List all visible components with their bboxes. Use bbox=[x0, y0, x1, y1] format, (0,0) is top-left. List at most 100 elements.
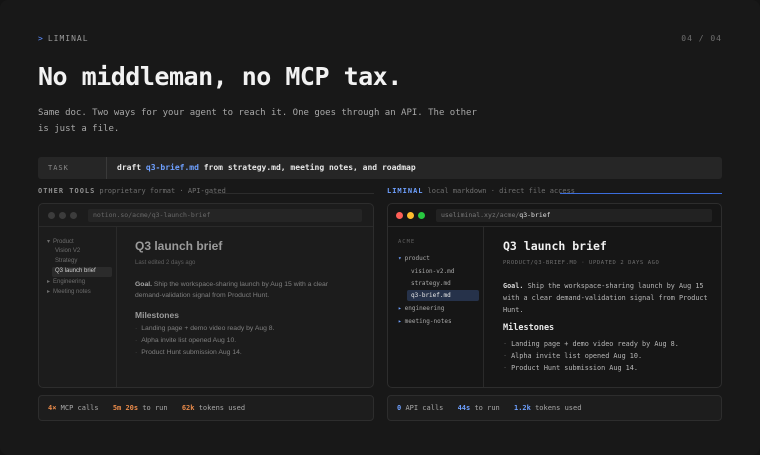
right-label-rule bbox=[560, 193, 722, 194]
doc-title: Q3 launch brief bbox=[503, 239, 607, 253]
stat-label: MCP calls bbox=[60, 404, 99, 412]
window-titlebar: useliminal.xyz/acme/q3-brief bbox=[388, 204, 721, 227]
other-tools-window: notion.so/acme/q3-launch-brief ▾ Product … bbox=[38, 203, 374, 388]
url-prefix: useliminal.xyz/acme/ bbox=[441, 211, 520, 219]
doc-goal: Goal. Ship the workspace-sharing launch … bbox=[503, 280, 713, 316]
sidebar-item-meeting-notes[interactable]: ▸ Meeting notes bbox=[47, 288, 91, 295]
stat-value: 44s bbox=[457, 404, 471, 412]
task-divider bbox=[106, 157, 107, 179]
sidebar-item-label: vision-v2.md bbox=[411, 268, 455, 275]
stat-label: to run bbox=[474, 404, 500, 412]
sidebar-item-label: Meeting notes bbox=[53, 289, 91, 295]
bullet-icon: · bbox=[135, 337, 138, 344]
url-file: q3-brief bbox=[519, 211, 551, 219]
list-item-text: Alpha invite list opened Aug 10. bbox=[141, 337, 237, 344]
stat-value: 5m 20s bbox=[112, 404, 139, 412]
list-item: · Product Hunt submission Aug 14. bbox=[503, 364, 638, 372]
window-dot-icon bbox=[59, 212, 66, 219]
task-bar: TASK draft q3-brief.md from strategy.md,… bbox=[38, 157, 722, 179]
chevron-down-icon: ▾ bbox=[47, 239, 51, 245]
stat-value: 4× bbox=[48, 404, 57, 412]
sidebar-item-q3-brief[interactable]: q3-brief.md bbox=[407, 290, 479, 301]
brand-logo: > LIMINAL bbox=[38, 34, 89, 43]
bullet-icon: · bbox=[503, 364, 508, 372]
sidebar-item-engineering[interactable]: ▸ Engineering bbox=[47, 278, 85, 285]
sidebar-item-q3-brief[interactable]: Q3 launch brief bbox=[52, 267, 112, 277]
bullet-icon: · bbox=[135, 325, 138, 332]
sidebar-item-vision[interactable]: vision-v2.md bbox=[411, 268, 454, 275]
top-bar: > LIMINAL 04 / 04 bbox=[38, 34, 722, 46]
list-item-text: Alpha invite list opened Aug 10. bbox=[511, 352, 643, 360]
address-bar[interactable]: notion.so/acme/q3-launch-brief bbox=[88, 209, 362, 222]
stat-label: tokens used bbox=[198, 404, 246, 412]
sidebar: ▾ Product Vision V2 Strategy Q3 launch br… bbox=[39, 227, 117, 387]
list-item: · Product Hunt submission Aug 14. bbox=[135, 349, 242, 356]
task-suffix: from strategy.md, meeting notes, and roa… bbox=[203, 163, 416, 172]
sidebar-item-label: Strategy bbox=[55, 258, 78, 264]
doc-goal: Goal. Ship the workspace-sharing launch … bbox=[135, 279, 345, 301]
minimize-dot-icon[interactable] bbox=[407, 212, 414, 219]
sidebar-item-strategy[interactable]: Strategy bbox=[55, 258, 77, 264]
page-subtitle: Same doc. Two ways for your agent to rea… bbox=[38, 108, 477, 134]
brand-name: LIMINAL bbox=[47, 34, 89, 43]
doc-meta: PRODUCT/Q3-BRIEF.MD · UPDATED 2 DAYS AGO bbox=[503, 260, 660, 266]
sidebar-item-label: Product bbox=[53, 239, 74, 245]
window-dot-icon bbox=[48, 212, 55, 219]
sidebar-item-label: Engineering bbox=[53, 279, 86, 285]
chevron-right-icon: ▸ bbox=[398, 318, 402, 325]
window-titlebar: notion.so/acme/q3-launch-brief bbox=[39, 204, 373, 227]
other-tools-stats: 4× MCP calls 5m 20s to run 62k tokens us… bbox=[38, 395, 374, 421]
task-text: draft q3-brief.md from strategy.md, meet… bbox=[117, 157, 416, 179]
stat-label: API calls bbox=[405, 404, 444, 412]
close-dot-icon[interactable] bbox=[396, 212, 403, 219]
list-item: · Alpha invite list opened Aug 10. bbox=[503, 352, 642, 360]
address-bar[interactable]: useliminal.xyz/acme/q3-brief bbox=[436, 209, 712, 222]
list-item-text: Landing page + demo video ready by Aug 8… bbox=[511, 340, 679, 348]
sidebar-item-label: strategy.md bbox=[411, 280, 451, 287]
page-title: No middleman, no MCP tax. bbox=[38, 62, 402, 91]
sidebar-item-product[interactable]: ▾ product bbox=[398, 255, 430, 262]
list-item-text: Product Hunt submission Aug 14. bbox=[511, 364, 638, 372]
window-dot-icon bbox=[70, 212, 77, 219]
list-item-text: Landing page + demo video ready by Aug 8… bbox=[141, 325, 275, 332]
doc-heading: Milestones bbox=[135, 310, 179, 320]
chevron-right-icon: ▸ bbox=[47, 279, 51, 285]
prompt-arrow-icon: > bbox=[38, 34, 44, 43]
right-label-title: LIMINAL bbox=[387, 187, 424, 195]
task-prefix: draft bbox=[117, 163, 142, 172]
list-item: · Landing page + demo video ready by Aug … bbox=[503, 340, 679, 348]
left-label-title: OTHER TOOLS bbox=[38, 187, 96, 195]
chevron-right-icon: ▸ bbox=[398, 305, 402, 312]
doc-meta: Last edited 2 days ago bbox=[135, 260, 196, 266]
slide-frame: > LIMINAL 04 / 04 No middleman, no MCP ta… bbox=[0, 0, 760, 455]
maximize-dot-icon[interactable] bbox=[418, 212, 425, 219]
sidebar-item-label: Vision V2 bbox=[55, 248, 81, 254]
stat-value: 62k bbox=[181, 404, 195, 412]
doc-heading: Milestones bbox=[503, 323, 555, 333]
workspace-label: ACME bbox=[398, 239, 416, 245]
chevron-right-icon: ▸ bbox=[47, 289, 51, 295]
list-item: · Alpha invite list opened Aug 10. bbox=[135, 337, 236, 344]
list-item: · Landing page + demo video ready by Aug … bbox=[135, 325, 274, 332]
sidebar-item-label: product bbox=[404, 255, 430, 262]
sidebar: ACME ▾ product vision-v2.md strategy.md q… bbox=[388, 227, 484, 387]
sidebar-item-product[interactable]: ▾ Product bbox=[47, 238, 74, 245]
stat-label: tokens used bbox=[535, 404, 582, 412]
goal-label: Goal. bbox=[503, 282, 524, 290]
page-indicator: 04 / 04 bbox=[681, 34, 722, 43]
liminal-stats: 0 API calls 44s to run 1.2k tokens used bbox=[387, 395, 722, 421]
sidebar-item-meeting-notes[interactable]: ▸ meeting-notes bbox=[398, 318, 452, 325]
sidebar-item-engineering[interactable]: ▸ engineering bbox=[398, 305, 444, 312]
task-tag: TASK bbox=[48, 164, 69, 172]
sidebar-item-label: Q3 launch brief bbox=[55, 268, 96, 274]
doc-title: Q3 launch brief bbox=[135, 239, 223, 253]
left-label-rule bbox=[212, 193, 374, 194]
right-label-desc: local markdown · direct file access bbox=[427, 187, 576, 195]
liminal-window: useliminal.xyz/acme/q3-brief ACME ▾ produ… bbox=[387, 203, 722, 388]
stat-value: 1.2k bbox=[513, 404, 531, 412]
stat-value: 0 bbox=[397, 404, 402, 412]
bullet-icon: · bbox=[503, 352, 508, 360]
sidebar-item-strategy[interactable]: strategy.md bbox=[411, 280, 451, 287]
goal-text: Ship the workspace-sharing launch by Aug… bbox=[135, 281, 329, 299]
sidebar-item-vision[interactable]: Vision V2 bbox=[55, 248, 80, 254]
